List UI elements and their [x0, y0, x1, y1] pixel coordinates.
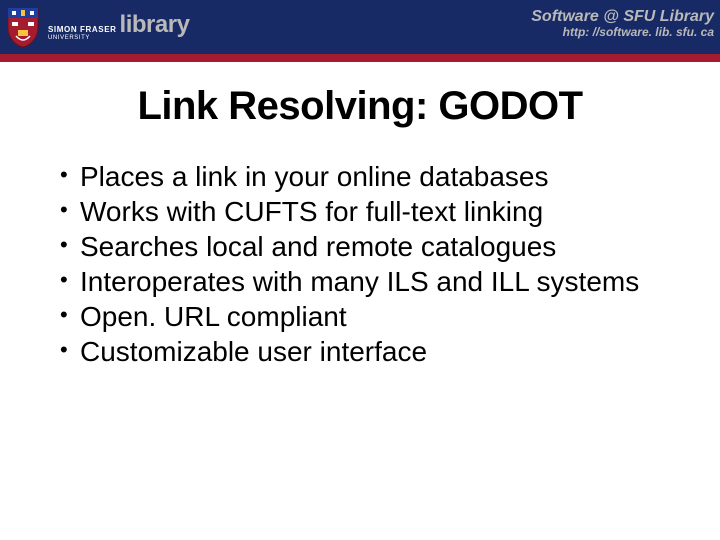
slide: SIMON FRASER UNIVERSITY library Software… — [0, 0, 720, 540]
list-item: • Works with CUFTS for full-text linking — [60, 194, 670, 229]
bullet-icon: • — [60, 229, 80, 261]
bullet-text: Customizable user interface — [80, 334, 670, 369]
logo-block: SIMON FRASER UNIVERSITY library — [6, 6, 189, 48]
header-right-title: Software @ SFU Library — [531, 8, 714, 26]
list-item: • Places a link in your online databases — [60, 159, 670, 194]
list-item: • Open. URL compliant — [60, 299, 670, 334]
org-name-bottom: UNIVERSITY — [48, 35, 117, 41]
org-text: SIMON FRASER UNIVERSITY library — [48, 13, 189, 41]
slide-body: • Places a link in your online databases… — [0, 159, 720, 369]
slide-title: Link Resolving: GODOT — [0, 84, 720, 129]
list-item: • Interoperates with many ILS and ILL sy… — [60, 264, 670, 299]
bullet-text: Works with CUFTS for full-text linking — [80, 194, 670, 229]
header-underline — [0, 54, 720, 62]
library-word: library — [120, 13, 190, 37]
list-item: • Searches local and remote catalogues — [60, 229, 670, 264]
header-bar: SIMON FRASER UNIVERSITY library Software… — [0, 0, 720, 54]
bullet-icon: • — [60, 194, 80, 226]
bullet-icon: • — [60, 299, 80, 331]
bullet-icon: • — [60, 334, 80, 366]
bullet-text: Searches local and remote catalogues — [80, 229, 670, 264]
bullet-text: Places a link in your online databases — [80, 159, 670, 194]
bullet-text: Open. URL compliant — [80, 299, 670, 334]
org-name-top: SIMON FRASER — [48, 26, 117, 34]
bullet-text: Interoperates with many ILS and ILL syst… — [80, 264, 670, 299]
shield-icon — [6, 6, 40, 48]
header-right-url: http: //software. lib. sfu. ca — [531, 26, 714, 40]
list-item: • Customizable user interface — [60, 334, 670, 369]
bullet-icon: • — [60, 264, 80, 296]
bullet-icon: • — [60, 159, 80, 191]
header-right: Software @ SFU Library http: //software.… — [531, 8, 714, 40]
